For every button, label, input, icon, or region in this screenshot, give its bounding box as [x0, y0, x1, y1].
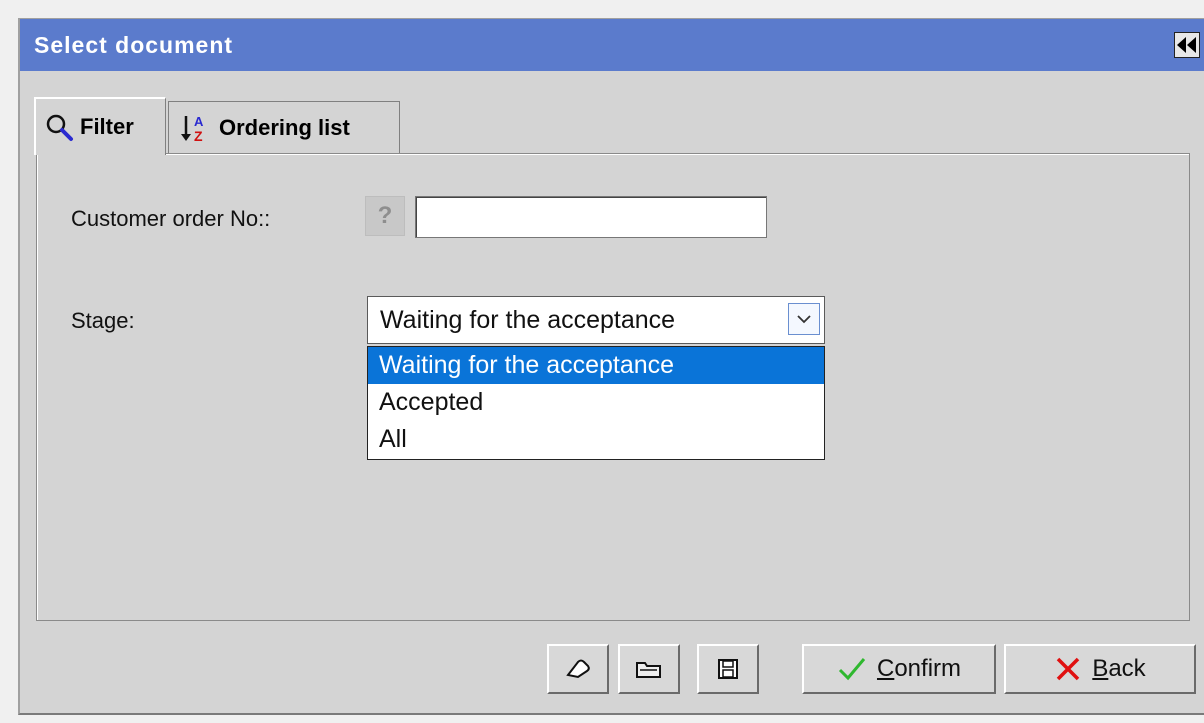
tab-ordering-list-label: Ordering list [219, 114, 350, 140]
tab-filter[interactable]: Filter [34, 97, 166, 155]
confirm-button[interactable]: Confirm [802, 644, 996, 694]
tab-ordering-list[interactable]: A Z Ordering list [168, 101, 400, 153]
floppy-disk-icon [718, 659, 738, 679]
stage-select-value: Waiting for the acceptance [380, 306, 676, 334]
magnifier-icon [46, 114, 73, 141]
checkmark-icon [838, 658, 866, 681]
tab-filter-label: Filter [80, 114, 134, 139]
stage-select-arrow[interactable] [788, 303, 820, 335]
folder-icon [636, 662, 661, 678]
double-left-arrow-icon [1177, 37, 1196, 53]
stage-option-accepted[interactable]: Accepted [368, 384, 824, 421]
collapse-button[interactable] [1174, 32, 1200, 58]
svg-text:A: A [194, 114, 204, 129]
sort-az-icon: A Z [181, 114, 204, 144]
customer-order-help-button[interactable]: ? [365, 196, 405, 236]
select-document-dialog: Select document Filter A Z Ordering list… [18, 18, 1204, 715]
stage-option-all[interactable]: All [368, 421, 824, 458]
dialog-titlebar: Select document [20, 19, 1204, 71]
svg-text:Z: Z [194, 128, 203, 144]
save-button[interactable] [697, 644, 759, 694]
confirm-button-label: Confirm [876, 655, 962, 682]
clear-button[interactable] [547, 644, 609, 694]
back-button[interactable]: Back [1004, 644, 1196, 694]
chevron-down-icon [797, 315, 811, 324]
back-button-label: Back [1092, 655, 1146, 682]
dialog-title: Select document [34, 32, 234, 58]
customer-order-input[interactable] [415, 196, 767, 238]
close-icon [1057, 657, 1080, 681]
stage-label: Stage: [71, 308, 135, 333]
stage-select[interactable]: Waiting for the acceptance [367, 296, 825, 344]
stage-options-list: Waiting for the acceptance Accepted All [367, 346, 825, 460]
eraser-icon [566, 659, 590, 679]
customer-order-label: Customer order No:: [71, 206, 271, 231]
stage-option-waiting[interactable]: Waiting for the acceptance [368, 347, 824, 384]
open-button[interactable] [618, 644, 680, 694]
filter-panel: Customer order No:: ? Stage: Waiting for… [36, 153, 1190, 621]
